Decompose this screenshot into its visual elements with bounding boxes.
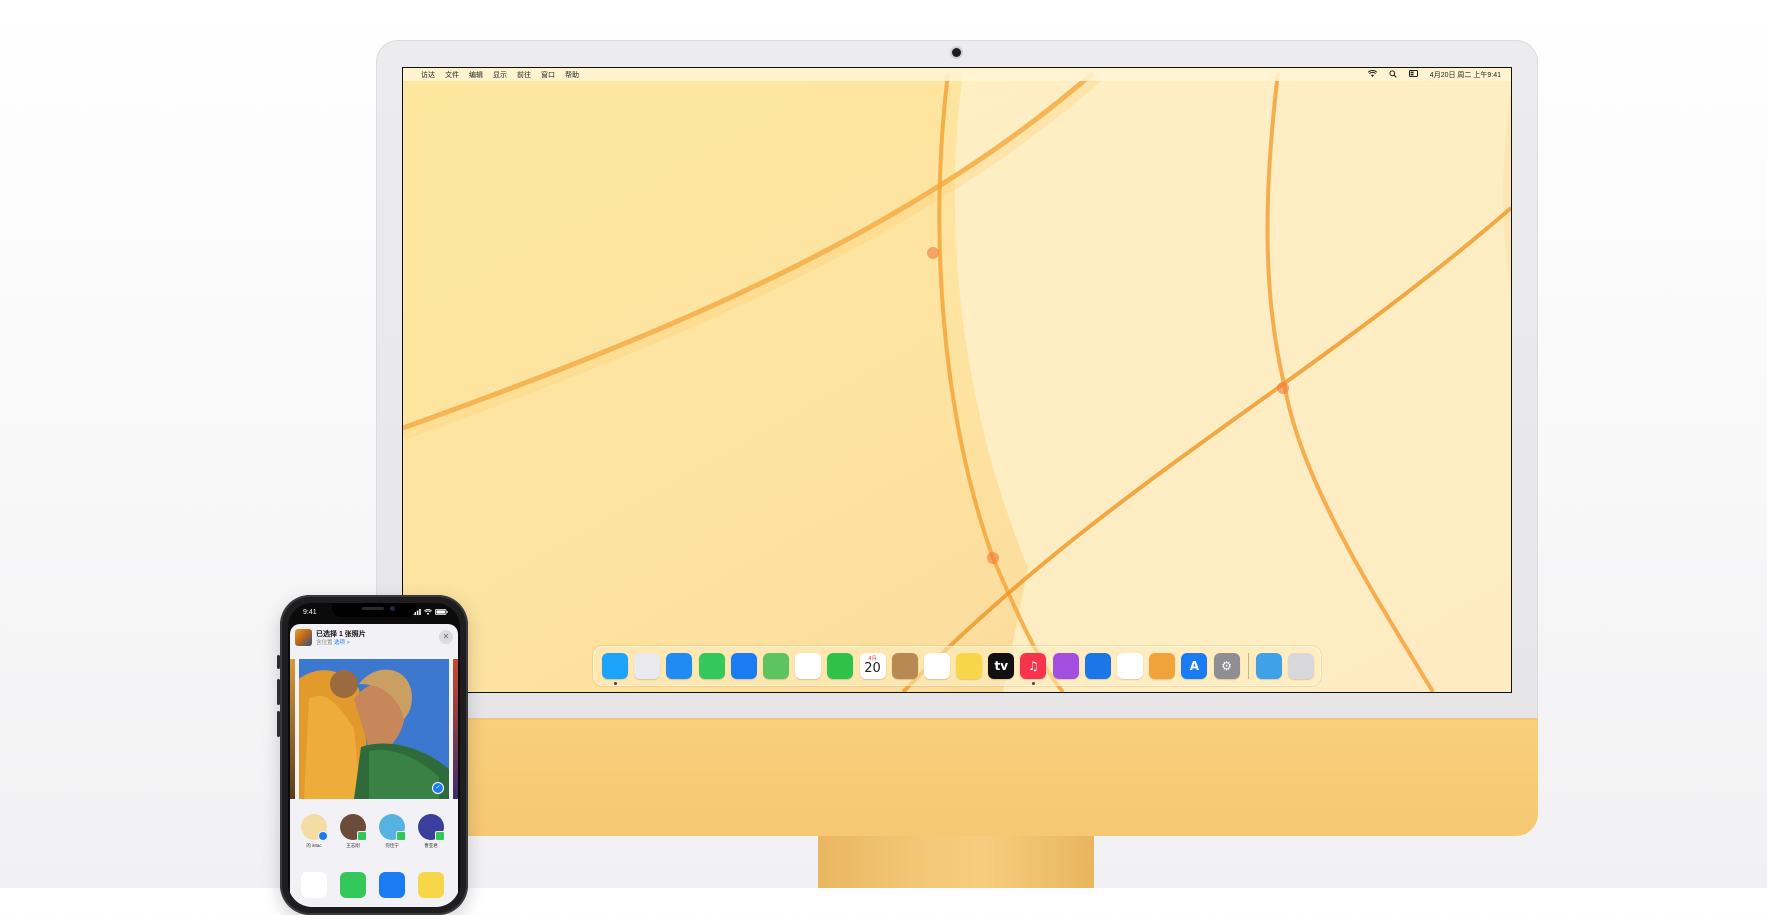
photo-thumbnail [295, 629, 312, 646]
iphone-screen: 9:41 已选择 1 张照片 含位置 选项 > ✕ ✓ 的 iMac 王志刚 何… [288, 603, 460, 907]
menu-item-view[interactable]: 显示 [493, 70, 507, 80]
iphone-volume-up [277, 679, 280, 705]
avatar [301, 814, 328, 841]
menu-bar-status: 4月20日 周二 上午9:41 [1356, 69, 1501, 80]
person-name: 何佳宁 [385, 843, 399, 848]
safari-icon[interactable] [666, 653, 693, 679]
airdrop-people-row: 的 iMac 王志刚 何佳宁 曹亚君 [290, 814, 458, 858]
close-icon[interactable]: ✕ [439, 630, 453, 644]
iphone-wifi-icon [424, 609, 432, 615]
running-indicator [614, 682, 617, 685]
reminders-icon[interactable] [923, 653, 950, 679]
calendar-icon[interactable]: 4月 20 [859, 653, 886, 679]
photos-icon[interactable] [795, 653, 822, 679]
running-indicator [1032, 682, 1036, 685]
podcasts-icon[interactable] [1052, 653, 1079, 679]
menu-item-edit[interactable]: 编辑 [469, 70, 483, 80]
iphone-clock: 9:41 [303, 608, 317, 616]
mail-icon[interactable] [730, 653, 757, 679]
menu-bar: 访达 文件 编辑 显示 前往 窗口 帮助 4月20日 周二 上午9:41 [403, 68, 1511, 81]
airdrop-icon[interactable] [301, 872, 327, 898]
share-method-badge-icon [435, 831, 445, 841]
appletv-icon[interactable]: tv [988, 653, 1015, 679]
previous-photo-peek[interactable] [290, 659, 295, 799]
person-name: 的 iMac [306, 843, 322, 848]
menu-item-window[interactable]: 窗口 [541, 70, 555, 80]
share-method-badge-icon [357, 831, 367, 841]
share-method-badge-icon [396, 831, 406, 841]
share-method-badge-icon [318, 831, 328, 841]
menu-bar-clock[interactable]: 4月20日 周二 上午9:41 [1430, 70, 1501, 80]
share-sheet-subtitle: 含位置 选项 > [316, 638, 350, 646]
airdrop-person[interactable]: 曹亚君 [411, 814, 451, 849]
iphone-volume-down [277, 711, 280, 737]
selected-photo[interactable]: ✓ [299, 659, 449, 799]
music-icon[interactable]: ♫ [1020, 653, 1047, 685]
messages-icon[interactable] [698, 653, 725, 679]
menu-item-go[interactable]: 前往 [517, 70, 531, 80]
notes-icon[interactable] [956, 653, 983, 679]
location-included-label: 含位置 [316, 640, 333, 646]
battery-icon [435, 609, 448, 615]
person-name: 曹亚君 [424, 843, 438, 848]
calendar-day-label: 20 [864, 661, 881, 676]
music-glyph: ♫ [1028, 659, 1039, 673]
imac-chin [376, 720, 1538, 836]
control-center-icon[interactable] [1408, 70, 1418, 79]
system-preferences-icon[interactable]: ⚙ [1213, 653, 1240, 679]
airdrop-person[interactable]: 何佳宁 [372, 814, 412, 849]
next-photo-peek[interactable] [453, 659, 458, 799]
dock-separator [1247, 653, 1249, 679]
maps-icon[interactable] [762, 653, 789, 679]
spotlight-search-icon[interactable] [1389, 69, 1397, 80]
launchpad-icon[interactable] [634, 653, 661, 679]
share-sheet: 已选择 1 张照片 含位置 选项 > ✕ ✓ 的 iMac 王志刚 何佳宁 曹亚… [290, 624, 458, 907]
notes-app-icon[interactable] [418, 872, 444, 898]
wifi-icon[interactable] [1367, 70, 1377, 79]
person-name: 王志刚 [346, 843, 360, 848]
facetime-icon[interactable] [827, 653, 854, 679]
appstore-glyph: A [1189, 659, 1200, 673]
share-sheet-header: 已选择 1 张照片 含位置 选项 > ✕ [290, 624, 458, 652]
airdrop-person[interactable]: 王志刚 [333, 814, 373, 849]
airdrop-person[interactable]: 的 iMac [294, 814, 334, 849]
menu-item-file[interactable]: 文件 [445, 70, 459, 80]
system-preferences-glyph: ⚙ [1221, 659, 1232, 673]
pages-icon[interactable] [1149, 653, 1176, 679]
share-apps-row [290, 868, 458, 898]
messages-app-icon[interactable] [340, 872, 366, 898]
iphone: 9:41 已选择 1 张照片 含位置 选项 > ✕ ✓ 的 iMac 王志刚 何… [277, 595, 468, 915]
appletv-glyph: tv [994, 659, 1009, 673]
dock: 4月 20 tv ♫ A ⚙ [593, 646, 1321, 686]
photo-selected-check-icon[interactable]: ✓ [432, 782, 444, 794]
trash-icon[interactable] [1287, 653, 1314, 679]
iphone-notch [332, 603, 416, 617]
options-link[interactable]: 选项 > [334, 640, 350, 646]
camera-icon [952, 48, 961, 57]
iphone-mute-switch [277, 655, 280, 669]
menu-item-help[interactable]: 帮助 [565, 70, 579, 80]
menu-item-finder[interactable]: 访达 [421, 70, 435, 80]
photo-image [299, 659, 449, 799]
finder-icon[interactable] [602, 653, 628, 685]
wallpaper [403, 68, 1511, 692]
keynote-icon[interactable] [1084, 653, 1111, 679]
imac-screen: 访达 文件 编辑 显示 前往 窗口 帮助 4月20日 周二 上午9:41 4月 2… [402, 67, 1512, 693]
numbers-icon[interactable] [1117, 653, 1143, 679]
appstore-icon[interactable]: A [1181, 653, 1208, 679]
avatar [379, 814, 406, 841]
imac-stand [818, 836, 1094, 888]
mail-app-icon[interactable] [379, 872, 405, 898]
downloads-folder-icon[interactable] [1255, 653, 1282, 679]
avatar [418, 814, 445, 841]
contacts-icon[interactable] [891, 653, 918, 679]
avatar [340, 814, 367, 841]
